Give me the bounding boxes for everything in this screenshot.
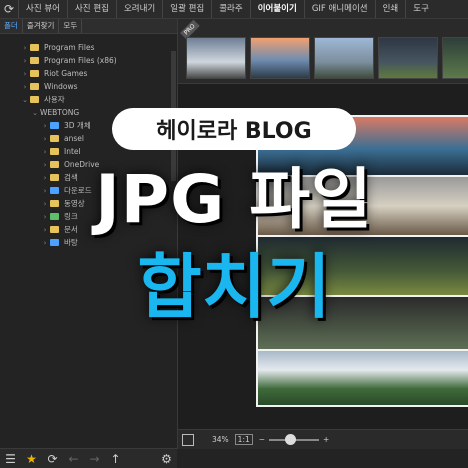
tree-item-label: 3D 개체 <box>64 121 91 130</box>
app-window: ⟳ 사진 뷰어 사진 편집 오려내기 일괄 편집 콜라주 이어붙이기 GIF 애… <box>0 0 468 468</box>
left-tabs: 폴더 즐겨찾기 모두 <box>0 19 177 34</box>
zoom-slider-knob[interactable] <box>285 433 297 445</box>
tree-item-label: 사용자 <box>44 95 65 104</box>
chevron-down-icon[interactable]: ⌄ <box>20 96 30 104</box>
filmstrip-thumb[interactable] <box>186 37 246 79</box>
chevron-right-icon[interactable]: › <box>20 44 30 52</box>
actual-size-button[interactable]: 1:1 <box>234 434 253 445</box>
back-arrow-icon[interactable]: ← <box>63 452 84 466</box>
folder-icon <box>50 135 59 142</box>
tree-item-label: WEBTONG <box>40 108 80 117</box>
chevron-right-icon[interactable]: › <box>20 83 30 91</box>
tab-favorites[interactable]: 즐겨찾기 <box>23 19 60 33</box>
menu-item-gif[interactable]: GIF 애니메이션 <box>303 0 375 18</box>
chevron-right-icon[interactable]: › <box>40 135 50 143</box>
headline-text: JPG 파일 <box>95 161 373 238</box>
menu-item-print[interactable]: 인쇄 <box>374 0 406 18</box>
menu-icon[interactable]: ☰ <box>0 452 21 466</box>
tree-item-label: Windows <box>44 82 78 91</box>
top-menu-bar: ⟳ 사진 뷰어 사진 편집 오려내기 일괄 편집 콜라주 이어붙이기 GIF 애… <box>0 0 468 19</box>
tree-item-label: Program Files (x86) <box>44 56 117 65</box>
menu-item-cutout[interactable]: 오려내기 <box>115 0 162 18</box>
filmstrip-thumb[interactable] <box>314 37 374 79</box>
bottom-toolbar: 34% 1:1 − + <box>178 429 468 449</box>
tree-item[interactable]: › Program Files (x86) <box>0 54 170 67</box>
blog-title-pill: 헤이로라 BLOG <box>112 108 356 150</box>
folder-icon <box>30 83 39 90</box>
subheadline-text: 합치기 <box>137 246 331 328</box>
filmstrip-thumb[interactable] <box>250 37 310 79</box>
folder-icon <box>30 96 39 103</box>
filmstrip-thumb[interactable] <box>378 37 438 79</box>
filmstrip: PRO <box>178 19 468 84</box>
tree-item-label: Program Files <box>44 43 95 52</box>
menu-item-batch[interactable]: 일괄 편집 <box>162 0 211 18</box>
chevron-right-icon[interactable]: › <box>20 57 30 65</box>
menu-item-tools[interactable]: 도구 <box>405 0 436 18</box>
app-logo-icon[interactable]: ⟳ <box>0 0 18 18</box>
tree-item[interactable]: › Riot Games <box>0 67 170 80</box>
tree-item[interactable]: › Windows <box>0 80 170 93</box>
zoom-level: 34% <box>212 435 229 444</box>
tree-item[interactable]: › Program Files <box>0 41 170 54</box>
zoom-slider[interactable] <box>269 433 320 445</box>
menu-item-combine[interactable]: 이어붙이기 <box>249 0 304 18</box>
tab-all[interactable]: 모두 <box>59 19 83 33</box>
refresh-icon[interactable]: ⟳ <box>42 452 63 466</box>
menu-item-edit[interactable]: 사진 편집 <box>66 0 116 18</box>
star-icon[interactable]: ★ <box>21 452 42 466</box>
left-bottom-toolbar: ☰ ★ ⟳ ← → ↑ ⚙ <box>0 448 177 468</box>
fit-icon[interactable] <box>182 433 194 446</box>
chevron-right-icon[interactable]: › <box>20 70 30 78</box>
zoom-out-button[interactable]: − <box>259 435 265 444</box>
zoom-in-button[interactable]: + <box>323 435 329 444</box>
menu-item-collage[interactable]: 콜라주 <box>211 0 249 18</box>
tab-folders[interactable]: 폴더 <box>0 19 23 33</box>
menu-item-viewer[interactable]: 사진 뷰어 <box>18 0 67 18</box>
filmstrip-thumb[interactable] <box>442 37 468 79</box>
gear-icon[interactable]: ⚙ <box>156 452 177 466</box>
folder-icon <box>30 44 39 51</box>
chevron-down-icon[interactable]: ⌄ <box>30 109 40 117</box>
tree-item-label: Riot Games <box>44 69 88 78</box>
tree-item-label: ansel <box>64 134 84 143</box>
up-arrow-icon[interactable]: ↑ <box>105 452 126 466</box>
collage-photo[interactable] <box>258 351 468 405</box>
forward-arrow-icon[interactable]: → <box>84 452 105 466</box>
folder-icon <box>30 70 39 77</box>
tree-item[interactable]: ⌄ 사용자 <box>0 93 170 106</box>
cube-icon <box>50 122 59 129</box>
chevron-right-icon[interactable]: › <box>40 122 50 130</box>
folder-icon <box>30 57 39 64</box>
